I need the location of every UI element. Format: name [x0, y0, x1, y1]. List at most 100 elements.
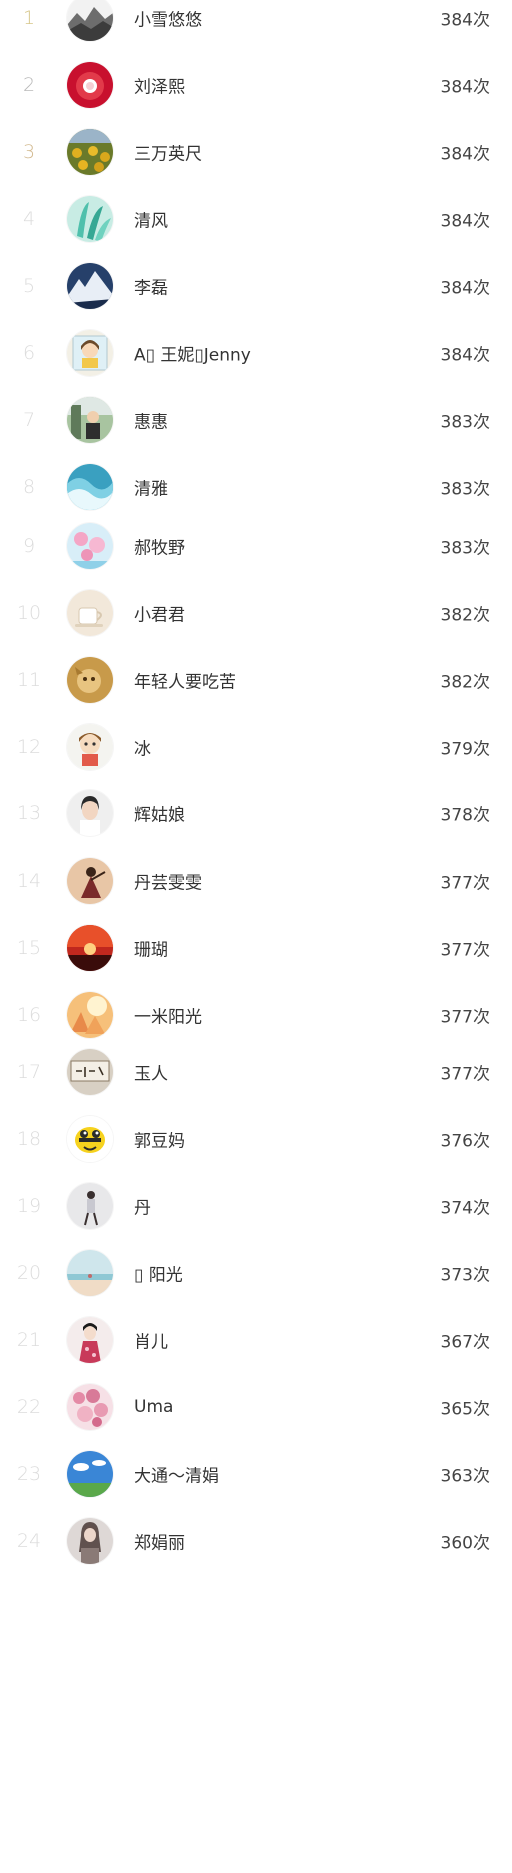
user-name[interactable]: 丹: [134, 1194, 151, 1219]
step-count: 383次: [440, 412, 490, 433]
step-count: 363次: [440, 1466, 490, 1487]
rank-number: 13: [16, 802, 42, 824]
list-item[interactable]: 15 珊瑚 377次: [0, 915, 512, 981]
user-name[interactable]: 辉姑娘: [134, 801, 185, 826]
teal-leaves-avatar[interactable]: [67, 196, 113, 242]
rank-number: 4: [22, 208, 36, 230]
list-item[interactable]: 17 玉人 377次: [0, 1039, 512, 1105]
user-name[interactable]: 丹芸雯雯: [134, 869, 202, 894]
woman-silhouette-avatar[interactable]: [67, 1518, 113, 1564]
list-item[interactable]: 12 冰 379次: [0, 714, 512, 780]
user-name[interactable]: 大通～清娟: [134, 1462, 219, 1487]
blossom-avatar[interactable]: [67, 1384, 113, 1430]
bee-cartoon-avatar[interactable]: [67, 1116, 113, 1162]
list-item[interactable]: 5 李磊 384次: [0, 253, 512, 319]
step-count: 374次: [440, 1198, 490, 1219]
cartoon-girl-avatar[interactable]: [67, 330, 113, 376]
step-count: 377次: [440, 873, 490, 894]
teacup-avatar[interactable]: [67, 590, 113, 636]
list-item[interactable]: 24 郑娟丽 360次: [0, 1508, 512, 1574]
user-name[interactable]: 郝牧野: [134, 534, 185, 559]
user-name[interactable]: 惠惠: [134, 408, 168, 433]
step-count: 384次: [440, 278, 490, 299]
user-name[interactable]: 三万英尺: [134, 140, 202, 165]
user-name[interactable]: 清雅: [134, 475, 168, 500]
sunflower-field-avatar[interactable]: [67, 129, 113, 175]
user-name[interactable]: 清风: [134, 207, 168, 232]
calligraphy-sign-avatar[interactable]: [67, 1049, 113, 1095]
user-name[interactable]: 一米阳光: [134, 1003, 202, 1028]
ocean-wave-avatar[interactable]: [67, 464, 113, 510]
outdoor-person-avatar[interactable]: [67, 397, 113, 443]
user-name[interactable]: 珊瑚: [134, 936, 168, 961]
rank-number: 3: [22, 141, 36, 163]
step-count: 376次: [440, 1131, 490, 1152]
list-item[interactable]: 8 清雅 383次: [0, 454, 512, 520]
list-item[interactable]: 9 郝牧野 383次: [0, 513, 512, 579]
walking-woman-avatar[interactable]: [67, 1183, 113, 1229]
list-item[interactable]: 20 ▯ 阳光 373次: [0, 1240, 512, 1306]
list-item[interactable]: 7 惠惠 383次: [0, 387, 512, 453]
step-count: 382次: [440, 605, 490, 626]
user-name[interactable]: 郭豆妈: [134, 1127, 185, 1152]
cartoon-doll-avatar[interactable]: [67, 724, 113, 770]
rank-number: 2: [22, 74, 36, 96]
user-name[interactable]: 肖儿: [134, 1328, 168, 1353]
list-item[interactable]: 22 Uma 365次: [0, 1374, 512, 1440]
rank-number: 23: [16, 1463, 42, 1485]
pink-flowers-avatar[interactable]: [67, 523, 113, 569]
beach-avatar[interactable]: [67, 1250, 113, 1296]
list-item[interactable]: 23 大通～清娟 363次: [0, 1441, 512, 1507]
user-name[interactable]: 玉人: [134, 1060, 168, 1085]
ranking-list: 1 小雪悠悠 384次 2 刘泽熙 384次 3 三万英尺 384次 4 清风 384次 5 李磊 384次…: [0, 0, 512, 1873]
dancer-avatar[interactable]: [67, 858, 113, 904]
rank-number: 15: [16, 937, 42, 959]
step-count: 377次: [440, 1064, 490, 1085]
user-name[interactable]: 年轻人要吃苦: [134, 668, 236, 693]
sunlight-avatar[interactable]: [67, 992, 113, 1038]
rank-number: 6: [22, 342, 36, 364]
user-name[interactable]: 李磊: [134, 274, 168, 299]
step-count: 377次: [440, 940, 490, 961]
list-item[interactable]: 21 肖儿 367次: [0, 1307, 512, 1373]
rank-number: 7: [22, 409, 36, 431]
user-name[interactable]: ▯ 阳光: [134, 1261, 183, 1286]
list-item[interactable]: 14 丹芸雯雯 377次: [0, 848, 512, 914]
user-name[interactable]: 郑娟丽: [134, 1529, 185, 1554]
blue-sky-avatar[interactable]: [67, 1451, 113, 1497]
step-count: 377次: [440, 1007, 490, 1028]
user-name[interactable]: A▯ 王妮▯Jenny: [134, 341, 251, 366]
rank-number: 20: [16, 1262, 42, 1284]
red-flower-avatar[interactable]: [67, 62, 113, 108]
list-item[interactable]: 18 郭豆妈 376次: [0, 1106, 512, 1172]
step-count: 365次: [440, 1399, 490, 1420]
step-count: 384次: [440, 345, 490, 366]
list-item[interactable]: 1 小雪悠悠 384次: [0, 0, 512, 51]
step-count: 373次: [440, 1265, 490, 1286]
ink-landscape-avatar[interactable]: [67, 0, 113, 41]
list-item[interactable]: 3 三万英尺 384次: [0, 119, 512, 185]
step-count: 360次: [440, 1533, 490, 1554]
snow-mountain-avatar[interactable]: [67, 263, 113, 309]
golden-animal-avatar[interactable]: [67, 657, 113, 703]
list-item[interactable]: 6 A▯ 王妮▯Jenny 384次: [0, 320, 512, 386]
step-count: 384次: [440, 77, 490, 98]
user-name[interactable]: 小君君: [134, 601, 185, 626]
rank-number: 5: [22, 275, 36, 297]
list-item[interactable]: 2 刘泽熙 384次: [0, 52, 512, 118]
sunset-avatar[interactable]: [67, 925, 113, 971]
list-item[interactable]: 11 年轻人要吃苦 382次: [0, 647, 512, 713]
list-item[interactable]: 13 辉姑娘 378次: [0, 780, 512, 846]
list-item[interactable]: 10 小君君 382次: [0, 580, 512, 646]
list-item[interactable]: 19 丹 374次: [0, 1173, 512, 1239]
user-name[interactable]: 刘泽熙: [134, 73, 185, 98]
user-name[interactable]: 冰: [134, 735, 151, 760]
user-name[interactable]: 小雪悠悠: [134, 6, 202, 31]
user-name[interactable]: Uma: [134, 1397, 173, 1417]
list-item[interactable]: 4 清风 384次: [0, 186, 512, 252]
step-count: 367次: [440, 1332, 490, 1353]
rank-number: 16: [16, 1004, 42, 1026]
woman-portrait-avatar[interactable]: [67, 790, 113, 836]
qipao-woman-avatar[interactable]: [67, 1317, 113, 1363]
rank-number: 10: [16, 602, 42, 624]
